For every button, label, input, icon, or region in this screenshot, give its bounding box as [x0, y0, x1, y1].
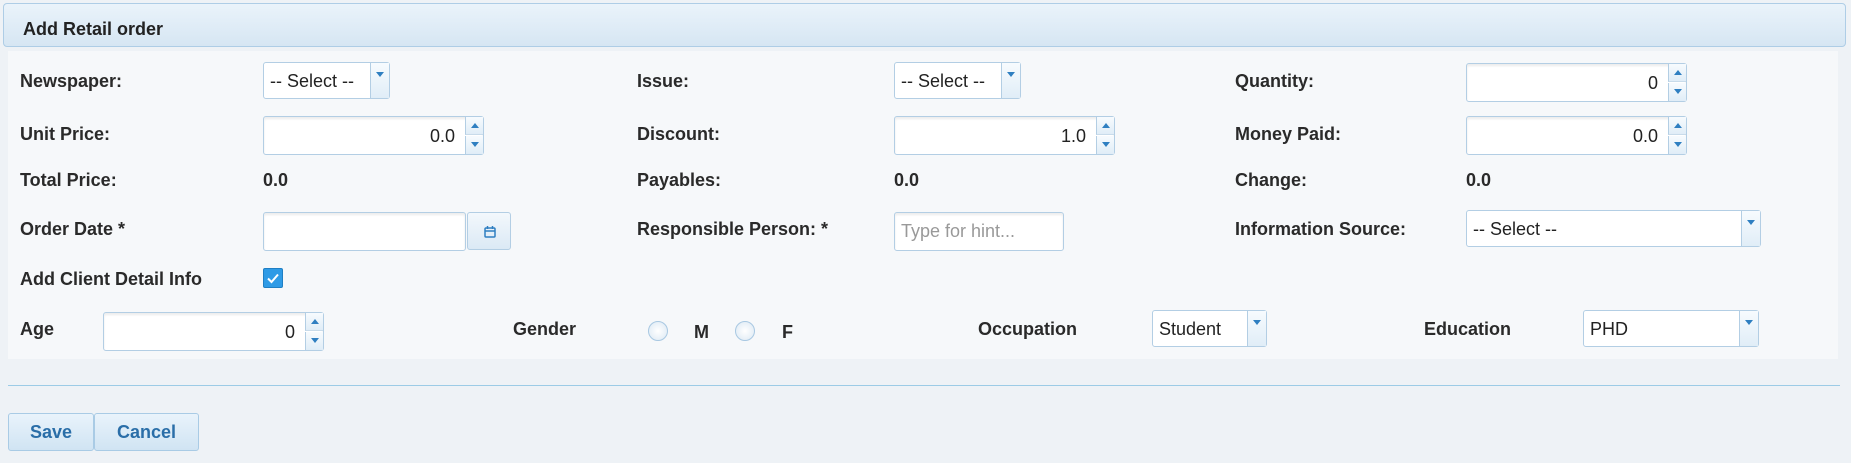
- information-source-select[interactable]: -- Select --: [1466, 210, 1761, 247]
- decrement-icon[interactable]: [305, 332, 323, 350]
- chevron-down-icon[interactable]: [1741, 211, 1760, 246]
- gender-f-label: F: [782, 322, 793, 342]
- gender-m-label: M: [694, 322, 709, 342]
- increment-icon[interactable]: [305, 313, 323, 331]
- chevron-down-icon[interactable]: [370, 63, 389, 98]
- education-value: PHD: [1590, 319, 1629, 339]
- increment-icon[interactable]: [465, 117, 483, 135]
- newspaper-label: Newspaper:: [20, 71, 123, 91]
- quantity-label: Quantity:: [1235, 71, 1314, 91]
- education-select[interactable]: PHD: [1583, 310, 1759, 347]
- age-stepper[interactable]: 0: [103, 312, 324, 351]
- order-form: Newspaper: -- Select -- Issue: -- Select…: [8, 51, 1838, 359]
- occupation-value: Student: [1159, 319, 1222, 339]
- increment-icon[interactable]: [1668, 64, 1686, 82]
- age-value: 0: [284, 322, 295, 342]
- information-source-label: Information Source:: [1235, 219, 1407, 239]
- unit-price-stepper[interactable]: 0.0: [263, 116, 484, 155]
- responsible-person-label: Responsible Person: *: [637, 219, 829, 239]
- information-source-value: -- Select --: [1473, 219, 1558, 239]
- date-picker-button[interactable]: [467, 212, 511, 250]
- discount-label: Discount:: [637, 124, 720, 144]
- newspaper-select-value: -- Select --: [270, 71, 355, 91]
- discount-stepper[interactable]: 1.0: [894, 116, 1115, 155]
- decrement-icon[interactable]: [465, 136, 483, 154]
- discount-value: 1.0: [1060, 126, 1086, 146]
- issue-select[interactable]: -- Select --: [894, 62, 1021, 99]
- order-date-input[interactable]: [263, 212, 466, 251]
- occupation-select[interactable]: Student: [1152, 310, 1267, 347]
- order-date-label: Order Date *: [20, 219, 126, 239]
- calendar-icon: [484, 226, 496, 238]
- cancel-button[interactable]: Cancel: [94, 413, 199, 451]
- client-detail-label: Add Client Detail Info: [20, 269, 202, 289]
- save-button[interactable]: Save: [8, 413, 94, 451]
- money-paid-label: Money Paid:: [1235, 124, 1342, 144]
- panel-title: Add Retail order: [23, 19, 164, 39]
- panel-header: Add Retail order: [3, 3, 1846, 47]
- issue-select-value: -- Select --: [901, 71, 986, 91]
- age-label: Age: [20, 319, 55, 339]
- gender-f-radio[interactable]: [735, 321, 755, 341]
- newspaper-select[interactable]: -- Select --: [263, 62, 390, 99]
- increment-icon[interactable]: [1668, 117, 1686, 135]
- chevron-down-icon[interactable]: [1001, 63, 1020, 98]
- payables-label: Payables:: [637, 170, 722, 190]
- total-price-label: Total Price:: [20, 170, 117, 190]
- form-divider: [8, 385, 1840, 386]
- education-label: Education: [1424, 319, 1512, 339]
- change-value: 0.0: [1466, 170, 1492, 190]
- quantity-stepper[interactable]: 0: [1466, 63, 1687, 102]
- gender-m-radio[interactable]: [648, 321, 668, 341]
- unit-price-value: 0.0: [429, 126, 455, 146]
- payables-value: 0.0: [894, 170, 920, 190]
- money-paid-stepper[interactable]: 0.0: [1466, 116, 1687, 155]
- change-label: Change:: [1235, 170, 1307, 190]
- chevron-down-icon[interactable]: [1739, 311, 1758, 346]
- occupation-label: Occupation: [978, 319, 1078, 339]
- unit-price-label: Unit Price:: [20, 124, 111, 144]
- check-icon: [267, 273, 279, 284]
- quantity-value: 0: [1647, 73, 1658, 93]
- money-paid-value: 0.0: [1632, 126, 1658, 146]
- decrement-icon[interactable]: [1668, 136, 1686, 154]
- total-price-value: 0.0: [263, 170, 289, 190]
- client-detail-checkbox[interactable]: [263, 268, 283, 288]
- decrement-icon[interactable]: [1096, 136, 1114, 154]
- responsible-person-input[interactable]: [894, 212, 1064, 251]
- gender-label: Gender: [513, 319, 577, 339]
- chevron-down-icon[interactable]: [1247, 311, 1266, 346]
- increment-icon[interactable]: [1096, 117, 1114, 135]
- decrement-icon[interactable]: [1668, 83, 1686, 101]
- issue-label: Issue:: [637, 71, 690, 91]
